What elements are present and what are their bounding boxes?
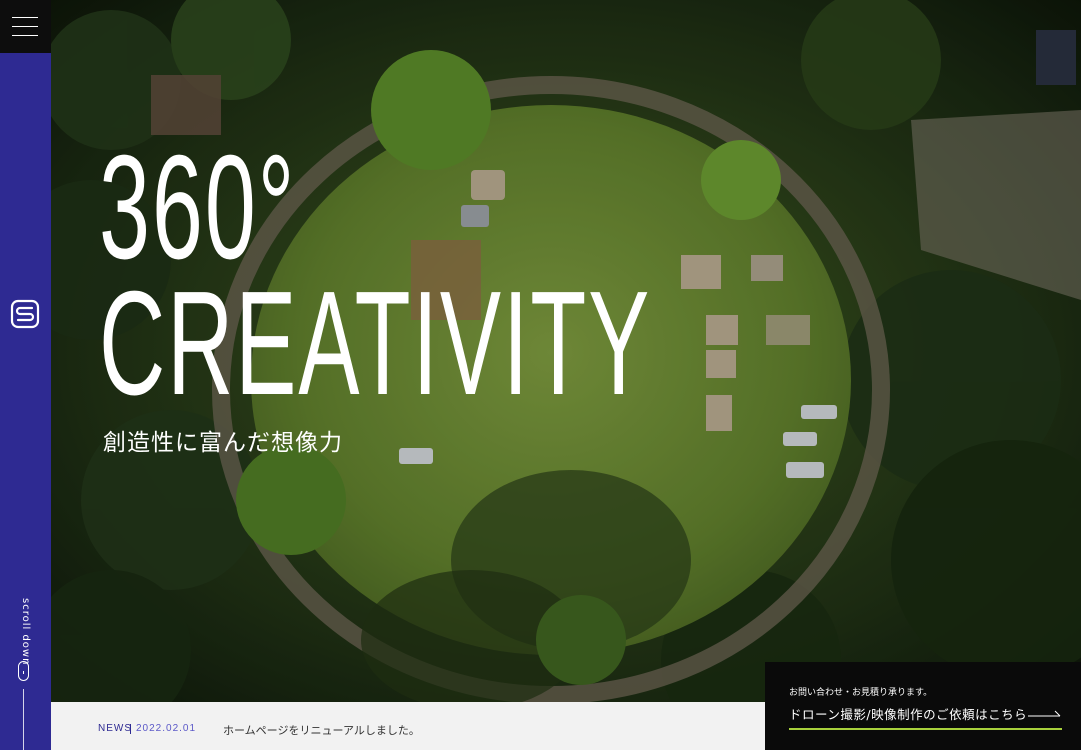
scroll-down-label: scroll down xyxy=(20,598,31,666)
contact-underline xyxy=(789,728,1062,730)
hero-title: 360° CREATIVITY xyxy=(99,125,652,427)
hero-title-line1: 360° xyxy=(99,125,297,290)
hero-section: 360° CREATIVITY 創造性に富んだ想像力 xyxy=(51,0,1081,702)
contact-caption: お問い合わせ・お見積り承ります。 xyxy=(789,688,933,698)
hamburger-icon-line xyxy=(12,35,38,36)
contact-cta-button[interactable]: お問い合わせ・お見積り承ります。 ドローン撮影/映像制作のご依頼はこちら xyxy=(765,662,1081,750)
news-ticker[interactable]: NEWS 2022.02.01 ホームページをリニューアルしました。 xyxy=(51,702,765,750)
brand-logo-icon[interactable] xyxy=(10,299,40,329)
news-divider xyxy=(130,724,131,734)
mouse-icon xyxy=(18,661,29,681)
hamburger-icon-line xyxy=(12,26,38,27)
news-date: 2022.02.01 xyxy=(136,723,197,734)
hero-title-line2: CREATIVITY xyxy=(99,261,652,427)
side-rail: scroll down xyxy=(0,53,51,750)
menu-button[interactable] xyxy=(0,0,51,53)
news-label: NEWS xyxy=(98,723,132,734)
scroll-line xyxy=(23,689,24,750)
arrow-right-icon xyxy=(1028,710,1061,717)
contact-link-text: ドローン撮影/映像制作のご依頼はこちら xyxy=(789,707,1028,722)
hero-subtitle: 創造性に富んだ想像力 xyxy=(103,430,343,456)
hamburger-icon-line xyxy=(12,17,38,18)
news-headline-link[interactable]: ホームページをリニューアルしました。 xyxy=(223,722,420,738)
